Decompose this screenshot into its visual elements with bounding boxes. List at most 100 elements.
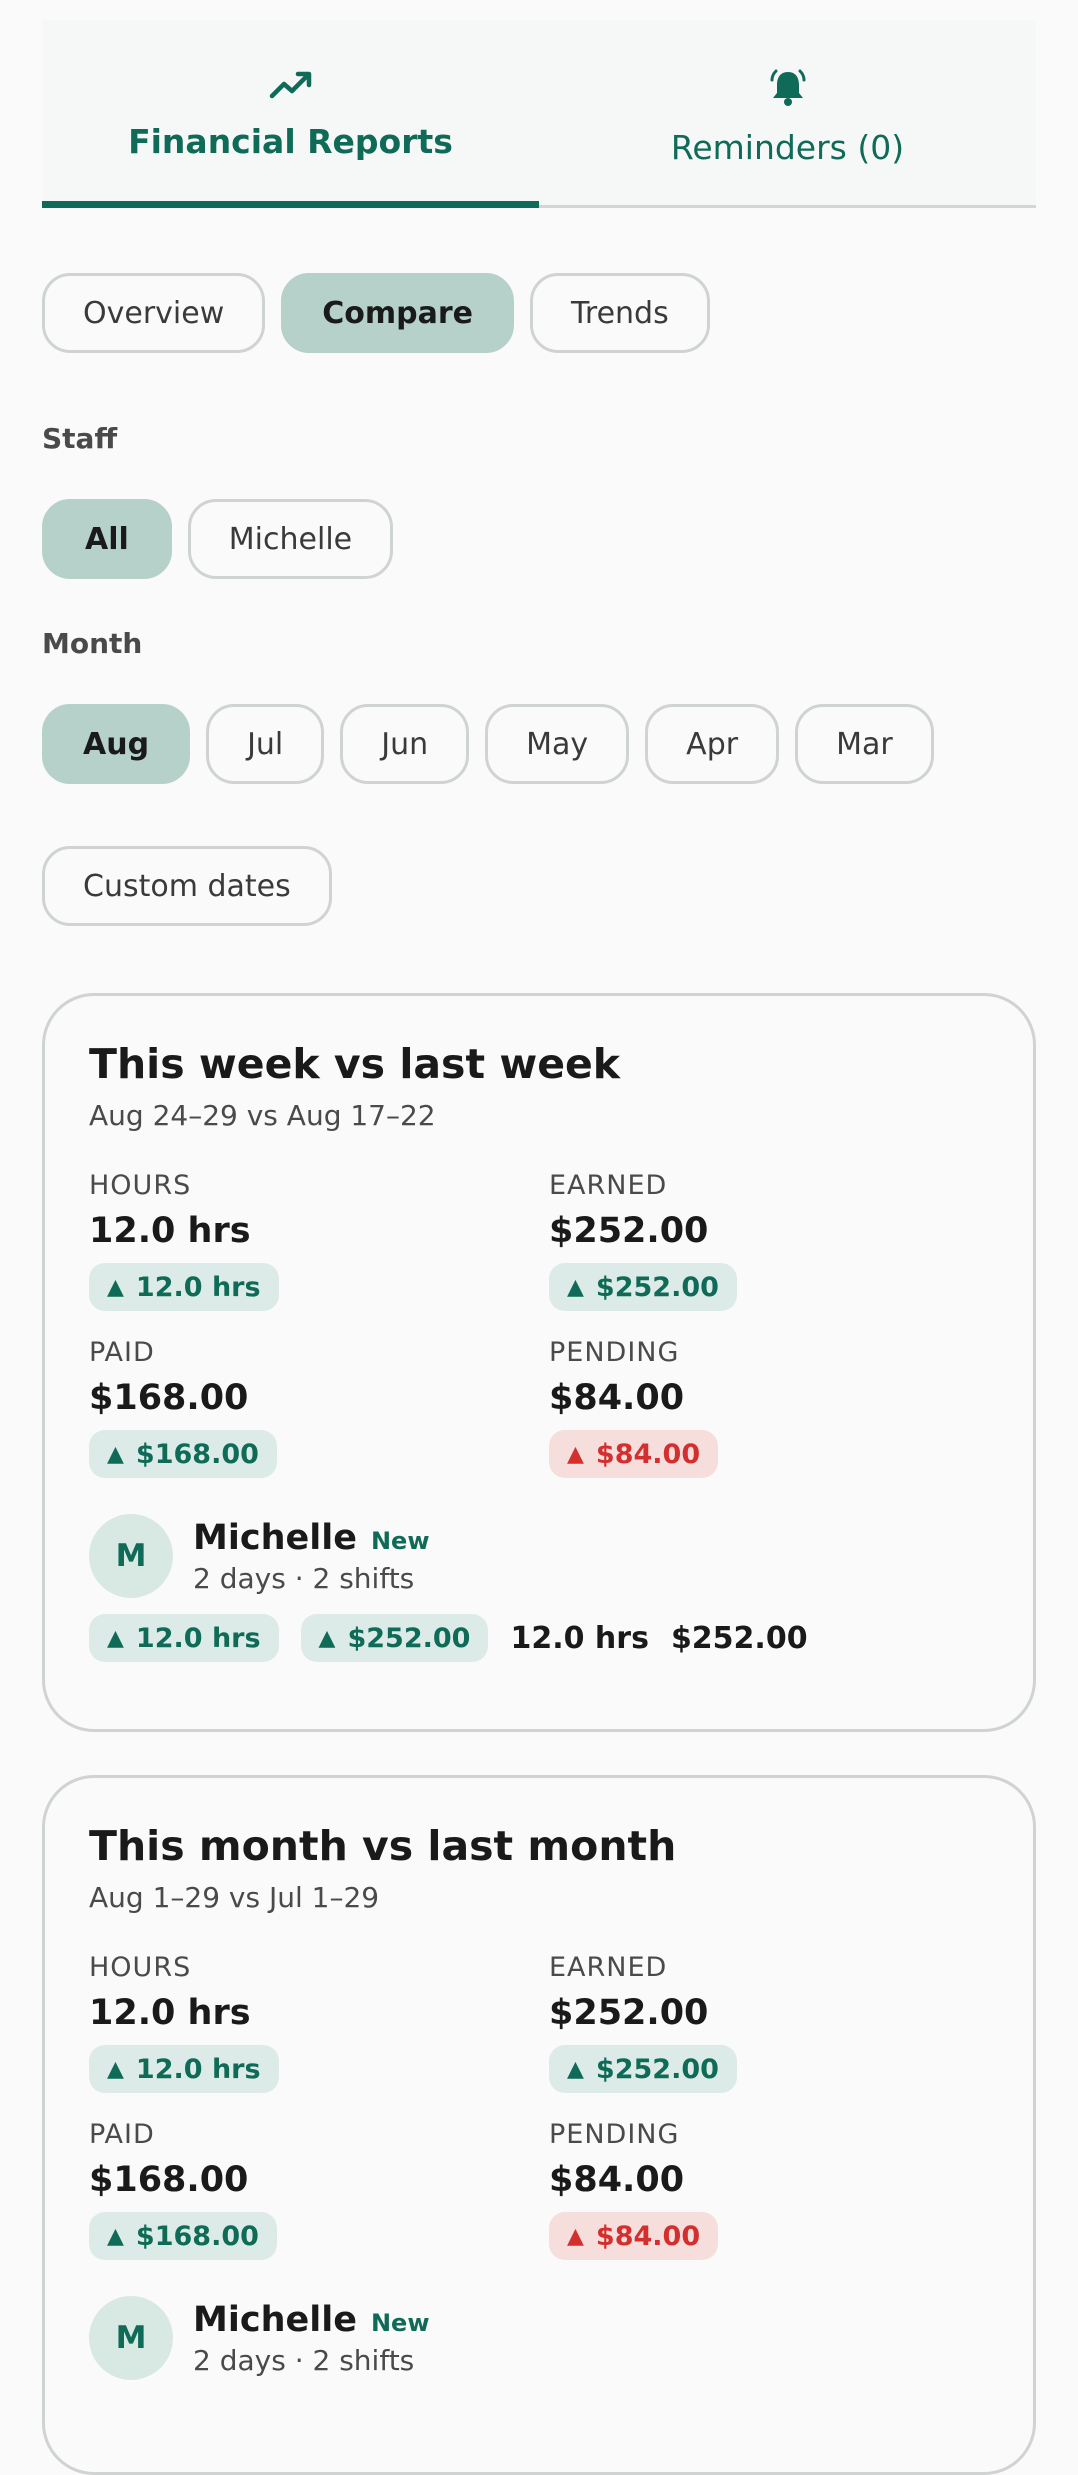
delta-badge-warning: ▲ $84.00 bbox=[549, 2212, 719, 2261]
metric-hours: HOURS 12.0 hrs ▲ 12.0 hrs bbox=[89, 1952, 549, 2094]
delta-badge: ▲ 12.0 hrs bbox=[89, 2045, 279, 2094]
chip-month-jul[interactable]: Jul bbox=[206, 704, 325, 784]
month-chips: Aug Jul Jun May Apr Mar bbox=[42, 704, 934, 784]
metric-value: $252.00 bbox=[549, 1993, 709, 2034]
metric-label: PAID bbox=[89, 2119, 155, 2151]
chip-staff-michelle[interactable]: Michelle bbox=[187, 499, 394, 579]
bell-ringing-icon bbox=[766, 68, 810, 108]
staff-meta: 2 days · 2 shifts bbox=[193, 2343, 415, 2377]
chip-compare[interactable]: Compare bbox=[281, 273, 514, 353]
metric-earned: EARNED $252.00 ▲ $252.00 bbox=[549, 1952, 1009, 2094]
new-tag: New bbox=[370, 2308, 430, 2337]
metric-value: 12.0 hrs bbox=[89, 1993, 251, 2034]
staff-stats: ▲ 12.0 hrs ▲ $252.00 12.0 hrs $252.00 bbox=[89, 1614, 989, 1663]
delta-value: $168.00 bbox=[135, 2220, 259, 2252]
delta-badge: ▲ $252.00 bbox=[549, 2045, 737, 2094]
triangle-up-icon: ▲ bbox=[107, 2056, 124, 2082]
staff-name: Michelle bbox=[193, 1517, 357, 1558]
compare-card-month: This month vs last month Aug 1–29 vs Jul… bbox=[42, 1775, 1036, 2475]
metrics-grid: HOURS 12.0 hrs ▲ 12.0 hrs EARNED $252.00 … bbox=[89, 1170, 989, 1479]
metric-value: $252.00 bbox=[549, 1211, 709, 1252]
tab-financial-reports-label: Financial Reports bbox=[128, 122, 453, 161]
card-subtitle: Aug 1–29 vs Jul 1–29 bbox=[89, 1881, 380, 1915]
report-tabs: Financial Reports Reminders (0) bbox=[42, 20, 1036, 208]
delta-value: $168.00 bbox=[135, 1438, 259, 1470]
metric-label: PAID bbox=[89, 1337, 155, 1369]
triangle-up-icon: ▲ bbox=[567, 1274, 584, 1300]
card-title: This month vs last month bbox=[89, 1822, 677, 1870]
metric-value: $168.00 bbox=[89, 1378, 249, 1419]
triangle-up-icon: ▲ bbox=[567, 2056, 584, 2082]
metric-value: 12.0 hrs bbox=[89, 1211, 251, 1252]
staff-label: Staff bbox=[42, 422, 118, 455]
chip-overview[interactable]: Overview bbox=[42, 273, 266, 353]
staff-earned: $252.00 bbox=[670, 1620, 808, 1656]
chip-staff-all[interactable]: All bbox=[42, 499, 172, 579]
delta-badge: ▲ $168.00 bbox=[89, 2212, 277, 2261]
chip-month-mar[interactable]: Mar bbox=[795, 704, 934, 784]
avatar: M bbox=[89, 1514, 173, 1599]
delta-value: $252.00 bbox=[595, 1271, 719, 1303]
metric-hours: HOURS 12.0 hrs ▲ 12.0 hrs bbox=[89, 1170, 549, 1312]
metric-earned: EARNED $252.00 ▲ $252.00 bbox=[549, 1170, 1009, 1312]
delta-value: 12.0 hrs bbox=[135, 1622, 261, 1654]
metrics-grid: HOURS 12.0 hrs ▲ 12.0 hrs EARNED $252.00 … bbox=[89, 1952, 989, 2261]
staff-hours-delta: ▲ 12.0 hrs bbox=[89, 1614, 279, 1663]
staff-meta: 2 days · 2 shifts bbox=[193, 1561, 415, 1595]
card-title: This week vs last week bbox=[89, 1040, 621, 1088]
staff-info: Michelle New 2 days · 2 shifts bbox=[193, 1518, 430, 1595]
metric-label: PENDING bbox=[549, 2119, 680, 2151]
delta-badge: ▲ $252.00 bbox=[549, 1263, 737, 1312]
triangle-up-icon: ▲ bbox=[567, 2223, 584, 2249]
metric-label: EARNED bbox=[549, 1952, 668, 1984]
delta-value: 12.0 hrs bbox=[135, 1271, 261, 1303]
staff-summary-row[interactable]: M Michelle New 2 days · 2 shifts bbox=[89, 2296, 989, 2381]
triangle-up-icon: ▲ bbox=[107, 1625, 124, 1651]
delta-value: 12.0 hrs bbox=[135, 2053, 261, 2085]
metric-label: PENDING bbox=[549, 1337, 680, 1369]
delta-value: $252.00 bbox=[595, 2053, 719, 2085]
chip-month-apr[interactable]: Apr bbox=[645, 704, 780, 784]
compare-card-week: This week vs last week Aug 24–29 vs Aug … bbox=[42, 993, 1036, 1732]
triangle-up-icon: ▲ bbox=[318, 1625, 336, 1651]
metric-paid: PAID $168.00 ▲ $168.00 bbox=[89, 1337, 549, 1479]
metric-paid: PAID $168.00 ▲ $168.00 bbox=[89, 2119, 549, 2261]
chip-month-aug[interactable]: Aug bbox=[42, 704, 191, 784]
avatar: M bbox=[89, 2296, 173, 2381]
delta-value: $84.00 bbox=[595, 1438, 701, 1470]
custom-dates-row: Custom dates bbox=[42, 846, 332, 926]
delta-badge: ▲ 12.0 hrs bbox=[89, 1263, 279, 1312]
staff-chips: All Michelle bbox=[42, 499, 394, 579]
delta-badge-warning: ▲ $84.00 bbox=[549, 1430, 719, 1479]
month-label: Month bbox=[42, 627, 143, 660]
delta-value: $252.00 bbox=[347, 1622, 471, 1654]
custom-dates-button[interactable]: Custom dates bbox=[42, 846, 332, 926]
chip-month-jun[interactable]: Jun bbox=[340, 704, 470, 784]
new-tag: New bbox=[370, 1526, 430, 1555]
staff-earned-delta: ▲ $252.00 bbox=[300, 1614, 489, 1663]
metric-value: $84.00 bbox=[549, 2160, 685, 2201]
metric-label: HOURS bbox=[89, 1952, 192, 1984]
triangle-up-icon: ▲ bbox=[107, 1274, 124, 1300]
view-chips: Overview Compare Trends bbox=[42, 273, 710, 353]
triangle-up-icon: ▲ bbox=[107, 1441, 124, 1467]
delta-value: $84.00 bbox=[595, 2220, 701, 2252]
staff-hours: 12.0 hrs bbox=[510, 1620, 649, 1656]
metric-value: $84.00 bbox=[549, 1378, 685, 1419]
triangle-up-icon: ▲ bbox=[567, 1441, 584, 1467]
metric-pending: PENDING $84.00 ▲ $84.00 bbox=[549, 2119, 1009, 2261]
metric-value: $168.00 bbox=[89, 2160, 249, 2201]
metric-label: EARNED bbox=[549, 1170, 668, 1202]
chip-trends[interactable]: Trends bbox=[530, 273, 710, 353]
metric-label: HOURS bbox=[89, 1170, 192, 1202]
delta-badge: ▲ $168.00 bbox=[89, 1430, 277, 1479]
tab-reminders-label: Reminders (0) bbox=[670, 128, 905, 167]
staff-summary-row[interactable]: M Michelle New 2 days · 2 shifts bbox=[89, 1514, 989, 1599]
tab-reminders[interactable]: Reminders (0) bbox=[539, 20, 1036, 208]
chip-month-may[interactable]: May bbox=[485, 704, 630, 784]
staff-name: Michelle bbox=[193, 2299, 357, 2340]
tab-financial-reports[interactable]: Financial Reports bbox=[42, 20, 539, 208]
card-subtitle: Aug 24–29 vs Aug 17–22 bbox=[89, 1099, 436, 1133]
triangle-up-icon: ▲ bbox=[107, 2223, 124, 2249]
trending-up-icon bbox=[269, 68, 313, 102]
